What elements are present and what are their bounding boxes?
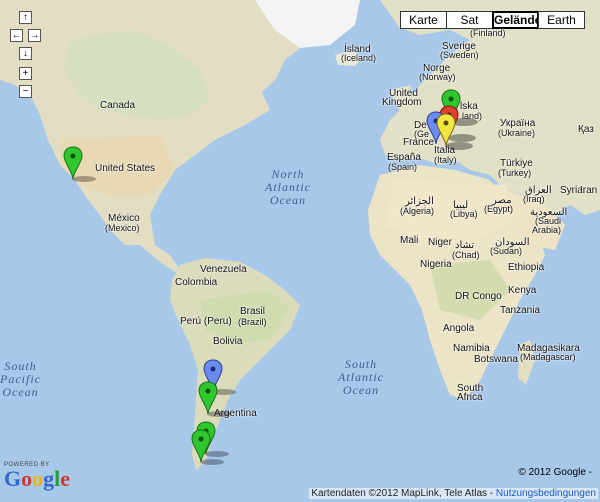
label-venezuela: Venezuela [200,264,247,275]
label-italy-sub: (Italy) [434,155,457,165]
map-data-text: Kartendaten ©2012 MapLink, Tele Atlas - [311,488,494,499]
terms-link[interactable]: Nutzungsbedingungen [496,488,596,499]
label-ukraine-sub: (Ukraine) [498,128,536,138]
map-canvas[interactable]: ↑ ← → ↓ + − Karte Sat Gelände Earth Nort… [0,0,600,502]
label-tanzania: Tanzania [500,305,541,316]
marker-yellow-italy[interactable] [435,112,475,152]
label-sverige-sub: (Sweden) [440,50,479,60]
label-libya-sub: (Libya) [450,209,478,219]
pan-left-button[interactable]: ← [10,29,23,42]
label-namibia: Namibia [453,343,490,354]
map-data-attribution: Kartendaten ©2012 MapLink, Tele Atlas - … [309,488,598,499]
ocean-south-pacific: South Pacific Ocean [0,359,41,399]
map-type-earth[interactable]: Earth [538,11,585,29]
label-angola: Angola [443,323,475,334]
label-niger: Niger [428,237,452,248]
label-brasil-sub: (Brazil) [238,317,267,327]
label-turkey-sub: (Turkey) [498,168,532,178]
map-type-bar: Karte Sat Gelände Earth [400,11,585,29]
label-island-sub: (Iceland) [341,53,377,63]
label-brasil: Brasil [240,306,266,317]
label-kazakh: Қаз [578,124,594,135]
marker-green-chile[interactable] [197,380,237,420]
label-south-africa2: Africa [457,392,483,403]
label-kenya: Kenya [508,285,537,296]
pan-right-button[interactable]: → [28,29,41,42]
label-united-states: United States [95,163,156,174]
zoom-in-button[interactable]: + [19,67,32,80]
label-botswana: Botswana [474,354,518,365]
label-sudan-sub: (Sudan) [490,246,523,256]
label-egypt-sub: (Egypt) [484,204,514,214]
label-bolivia: Bolivia [213,336,243,347]
label-colombia: Colombia [175,277,218,288]
zoom-out-button[interactable]: − [19,85,32,98]
label-mexico-sub: (Mexico) [105,223,140,233]
label-chad-sub: (Chad) [452,250,480,260]
label-iran: Iran [580,185,598,196]
label-madagascar-sub: (Madagascar) [520,352,576,362]
label-peru: Perú (Peru) [180,316,232,327]
label-algeria-sub: (Algeria) [400,206,435,216]
label-nigeria: Nigeria [420,259,452,270]
pan-up-button[interactable]: ↑ [19,11,32,24]
label-ethiopia: Ethiopia [508,262,545,273]
map-type-gelaende[interactable]: Gelände [492,11,541,29]
label-dr-congo: DR Congo [455,291,502,302]
map-type-karte[interactable]: Karte [400,11,447,29]
map-type-sat[interactable]: Sat [446,11,493,29]
marker-green-us[interactable] [62,145,102,185]
ocean-north-atlantic: North Atlantic Ocean [265,167,311,207]
label-uk2: Kingdom [382,97,422,108]
marker-green-patagonia-south[interactable] [190,428,230,468]
label-finland-sub: (Finland) [470,28,506,38]
label-spain-sub: (Spain) [388,162,418,172]
copyright-text: © 2012 Google - [518,467,592,478]
google-logo: Google [4,466,71,491]
pan-down-button[interactable]: ↓ [19,47,32,60]
label-iraq-sub: (Iraq) [523,194,545,204]
label-canada: Canada [100,100,136,111]
label-saudi-sub2: Arabia) [532,225,562,235]
label-mali: Mali [400,235,419,246]
label-norge-sub: (Norway) [419,72,456,82]
powered-by-google[interactable]: POWERED BY Google [4,462,70,490]
ocean-south-atlantic: South Atlantic Ocean [338,357,384,397]
